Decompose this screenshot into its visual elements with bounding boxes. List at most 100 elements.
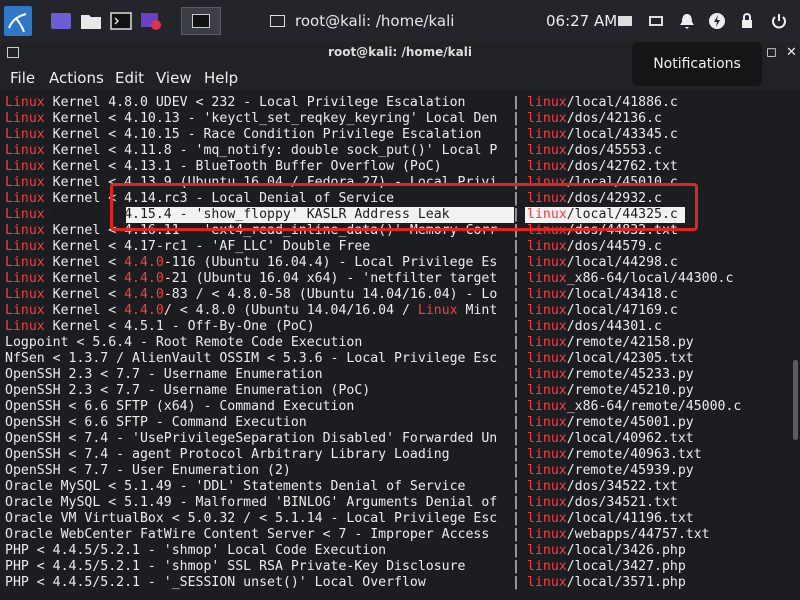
- title-text: Kernel < 4.10.13 - 'keyctl_set_reqkey_ke…: [44, 111, 498, 126]
- bell-icon[interactable]: [678, 12, 696, 30]
- result-row: Linux Kernel < 4.4.0-116 (Ubuntu 16.04.4…: [0, 255, 792, 271]
- path-text: /local/3426.php: [566, 543, 686, 558]
- match-highlight: Linux: [5, 271, 45, 286]
- exploit-path: linux/dos/42136.c: [527, 111, 662, 127]
- title-text: PHP < 4.4.5/5.2.1 - 'shmop' Local Code E…: [5, 543, 387, 558]
- match-highlight: linux: [527, 335, 567, 350]
- title-text: OpenSSH 2.3 < 7.7 - Username Enumeration…: [5, 383, 371, 398]
- match-highlight: linux: [527, 399, 567, 414]
- result-row: PHP < 4.4.5/5.2.1 - '_SESSION unset()' L…: [0, 575, 792, 591]
- column-separator: |: [512, 127, 520, 142]
- title-text: Kernel 4.8.0 UDEV < 232 - Local Privileg…: [44, 95, 466, 110]
- title-text: Kernel <: [44, 255, 125, 270]
- result-row: OpenSSH < 7.4 - 'UsePrivilegeSeparation …: [0, 431, 792, 447]
- exploit-title: OpenSSH < 6.6 SFTP (x64) - Command Execu…: [5, 399, 501, 415]
- column-separator: |: [512, 271, 520, 286]
- annotation-highlight-box: [110, 183, 698, 231]
- result-row: Oracle MySQL < 5.1.49 - 'DDL' Statements…: [0, 479, 792, 495]
- workspace-switcher-icon[interactable]: [50, 10, 72, 32]
- match-highlight: Linux: [5, 111, 45, 126]
- result-row: Oracle MySQL < 5.1.49 - Malformed 'BINLO…: [0, 495, 792, 511]
- power-manager-icon[interactable]: [708, 12, 726, 30]
- match-highlight: linux: [527, 351, 567, 366]
- terminal-output[interactable]: Linux Kernel 4.8.0 UDEV < 232 - Local Pr…: [0, 92, 792, 600]
- exploit-path: linux/dos/34521.txt: [527, 495, 678, 511]
- clock[interactable]: 06:27 AM: [546, 0, 617, 42]
- exploit-path: linux/local/3426.php: [527, 543, 686, 559]
- kali-menu-icon[interactable]: [4, 6, 32, 36]
- result-row: Oracle WebCenter FatWire Content Server …: [0, 527, 792, 543]
- column-separator: |: [512, 479, 520, 494]
- exploit-title: Linux Kernel < 4.10.13 - 'keyctl_set_req…: [5, 111, 501, 127]
- exploit-path: linux_x86-64/remote/45000.c: [527, 399, 741, 415]
- result-row: Logpoint < 5.6.4 - Root Remote Code Exec…: [0, 335, 792, 351]
- match-highlight: linux: [527, 143, 567, 158]
- match-highlight: Linux: [5, 223, 45, 238]
- column-separator: |: [512, 143, 520, 158]
- path-text: /webapps/44757.txt: [566, 527, 710, 542]
- match-highlight: linux: [527, 239, 567, 254]
- exploit-path: linux/local/44298.c: [527, 255, 678, 271]
- exploit-path: linux/local/43345.c: [527, 127, 678, 143]
- close-icon[interactable]: ✕: [786, 45, 797, 60]
- exploit-path: linux/dos/44301.c: [527, 319, 662, 335]
- result-row: OpenSSH < 7.7 - User Enumeration (2) | lin…: [0, 463, 792, 479]
- match-highlight: linux: [527, 271, 567, 286]
- display-icon[interactable]: [616, 12, 634, 30]
- column-separator: |: [512, 447, 520, 462]
- exploit-path: linux/remote/45210.py: [527, 383, 694, 399]
- result-row: OpenSSH < 6.6 SFTP - Command Execution | l…: [0, 415, 792, 431]
- title-text: Oracle MySQL < 5.1.49 - Malformed 'BINLO…: [5, 495, 498, 510]
- exploit-title: Oracle MySQL < 5.1.49 - 'DDL' Statements…: [5, 479, 501, 495]
- menu-help[interactable]: Help: [204, 69, 238, 87]
- scrollbar-thumb[interactable]: [793, 360, 798, 440]
- result-row: Linux Kernel < 4.17-rc1 - 'AF_LLC' Doubl…: [0, 239, 792, 255]
- path-text: /dos/45553.c: [566, 143, 662, 158]
- exploit-title: OpenSSH < 7.4 - 'UsePrivilegeSeparation …: [5, 431, 501, 447]
- result-row: Linux Kernel < 4.4.0/ < 4.8.0 (Ubuntu 14…: [0, 303, 792, 319]
- menu-edit[interactable]: Edit: [115, 69, 144, 87]
- file-manager-icon[interactable]: [80, 10, 102, 32]
- path-text: /local/3571.php: [566, 575, 686, 590]
- path-text: /dos/44579.c: [566, 239, 662, 254]
- column-separator: |: [512, 463, 520, 478]
- match-highlight: 4.4.0: [124, 287, 164, 302]
- result-row: NfSen < 1.3.7 / AlienVault OSSIM < 5.3.6…: [0, 351, 792, 367]
- title-text: Mint: [457, 303, 498, 318]
- menu-view[interactable]: View: [156, 69, 192, 87]
- column-separator: |: [512, 319, 520, 334]
- exploit-title: Linux Kernel < 4.4.0-83 / < 4.8.0-58 (Ub…: [5, 287, 501, 303]
- match-highlight: Linux: [5, 159, 45, 174]
- column-separator: |: [512, 255, 520, 270]
- exploit-path: linux/remote/45233.py: [527, 367, 694, 383]
- lock-screen-icon[interactable]: [738, 12, 756, 30]
- match-highlight: Linux: [5, 191, 45, 206]
- menu-actions[interactable]: Actions: [49, 69, 104, 87]
- title-text: Oracle WebCenter FatWire Content Server …: [5, 527, 490, 542]
- title-text: Kernel < 4.5.1 - Off-By-One (PoC): [44, 319, 315, 334]
- top-panel: root@kali: /home/kali 06:27 AM: [0, 0, 800, 43]
- terminal-launcher-icon[interactable]: [110, 10, 132, 32]
- title-text: OpenSSH < 6.6 SFTP (x64) - Command Execu…: [5, 399, 355, 414]
- exploit-path: linux/dos/44579.c: [527, 239, 662, 255]
- path-text: /remote/45233.py: [566, 367, 694, 382]
- screen-recorder-icon[interactable]: [140, 10, 162, 32]
- match-highlight: linux: [527, 95, 567, 110]
- network-icon[interactable]: [647, 12, 665, 30]
- match-highlight: linux: [527, 447, 567, 462]
- match-highlight: Linux: [5, 95, 45, 110]
- exploit-path: linux/dos/42762.txt: [527, 159, 678, 175]
- taskbar-window-title[interactable]: root@kali: /home/kali: [270, 0, 500, 42]
- result-row: Linux Kernel < 4.5.1 - Off-By-One (PoC) |…: [0, 319, 792, 335]
- column-separator: |: [512, 399, 520, 414]
- title-text: Logpoint < 5.6.4 - Root Remote Code Exec…: [5, 335, 363, 350]
- taskbar-terminal-button[interactable]: [181, 7, 221, 35]
- maximize-icon[interactable]: ◻: [766, 45, 777, 60]
- column-separator: |: [512, 159, 520, 174]
- match-highlight: 4.4.0: [124, 271, 164, 286]
- match-highlight: Linux: [5, 239, 45, 254]
- power-icon[interactable]: [770, 12, 788, 30]
- menu-file[interactable]: File: [10, 69, 35, 87]
- exploit-title: OpenSSH < 7.7 - User Enumeration (2): [5, 463, 501, 479]
- exploit-title: Linux Kernel < 4.4.0-116 (Ubuntu 16.04.4…: [5, 255, 501, 271]
